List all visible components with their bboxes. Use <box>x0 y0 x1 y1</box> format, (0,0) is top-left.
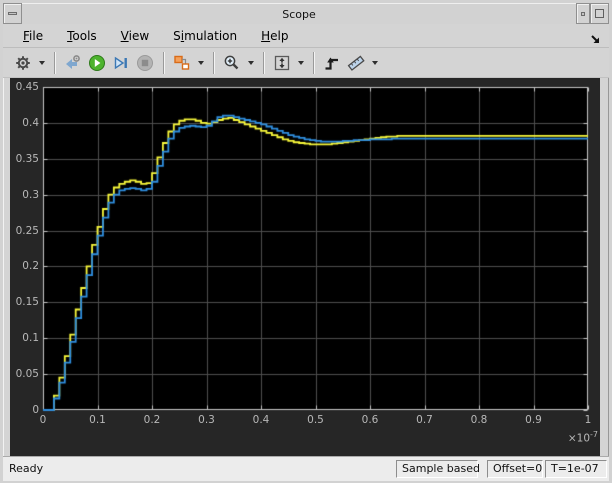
x-tick-label: 0.3 <box>198 414 215 426</box>
x-tick-label: 1 <box>584 414 592 426</box>
settings-button[interactable] <box>11 51 35 75</box>
x-tick-label: 0.6 <box>361 414 379 426</box>
x-tick-label: 0.9 <box>525 414 542 426</box>
chevron-down-icon <box>247 60 254 65</box>
x-tick-label: 0.7 <box>416 414 433 426</box>
statusbar: Ready Sample based Offset=0 T=1e-07 <box>3 456 609 481</box>
toolbar-separator <box>213 51 214 74</box>
status-sample-mode: Sample based <box>396 460 480 478</box>
chevron-down-icon <box>197 60 204 65</box>
zoom-in-icon <box>223 54 241 72</box>
minimize-icon <box>581 11 585 16</box>
toolbar <box>3 48 609 78</box>
maximize-button[interactable] <box>590 3 609 24</box>
zoom-dropdown[interactable] <box>244 51 257 75</box>
plot-region: ×10-7 0 0.05 0.1 0.15 0.2 0.25 0.3 0.35 0.4 0.45 0… <box>10 78 600 456</box>
status-offset: Offset=0 <box>487 460 543 478</box>
x-axis-exponent: ×10-7 <box>567 430 598 445</box>
menu-simulation[interactable]: Simulation <box>165 26 245 46</box>
scope-window: Scope File Tools View Simulation Help ×1… <box>0 0 612 483</box>
menu-tools[interactable]: Tools <box>59 26 105 46</box>
highlight-block-dropdown[interactable] <box>194 51 207 75</box>
dock-arrow-icon[interactable] <box>590 34 601 45</box>
x-tick-label: 0 <box>39 414 47 426</box>
y-tick-label: 0.1 <box>22 332 39 345</box>
y-tick-label: 0.4 <box>22 116 39 129</box>
stop-button[interactable] <box>133 51 157 75</box>
cursor-measurements-dropdown[interactable] <box>368 51 381 75</box>
y-tick-label: 0.25 <box>15 224 39 237</box>
settings-dropdown[interactable] <box>35 51 48 75</box>
y-tick-label: 0.45 <box>15 81 39 93</box>
toolbar-separator <box>54 51 55 74</box>
fit-to-view-dropdown[interactable] <box>294 51 307 75</box>
zoom-button[interactable] <box>220 51 244 75</box>
run-button[interactable] <box>85 51 109 75</box>
trigger-icon <box>323 54 341 72</box>
cursor-measurements-icon <box>346 54 366 72</box>
toolbar-separator <box>263 51 264 74</box>
chevron-down-icon <box>297 60 304 65</box>
step-forward-button[interactable] <box>109 51 133 75</box>
settings-gear-icon <box>14 54 32 72</box>
scope-plot-canvas[interactable] <box>10 78 600 456</box>
status-time: T=1e-07 <box>545 460 607 478</box>
x-tick-label: 0.8 <box>470 414 488 426</box>
fit-to-view-icon <box>273 54 291 72</box>
window-menu-icon <box>8 12 17 15</box>
menu-help[interactable]: Help <box>253 26 296 46</box>
simulink-block-icon <box>173 54 191 72</box>
y-tick-label: 0.35 <box>15 152 39 165</box>
highlight-block-button[interactable] <box>170 51 194 75</box>
y-tick-label: 0.15 <box>15 296 39 309</box>
toolbar-separator <box>163 51 164 74</box>
menu-view[interactable]: View <box>113 26 157 46</box>
x-tick-label: 0.5 <box>307 414 324 426</box>
y-tick-label: 0.3 <box>22 188 39 201</box>
fit-to-view-button[interactable] <box>270 51 294 75</box>
y-tick-label: 0.05 <box>15 368 39 381</box>
step-forward-icon <box>112 54 130 72</box>
window-menu-button[interactable] <box>3 3 22 24</box>
step-back-icon <box>64 54 82 72</box>
maximize-icon <box>595 9 604 18</box>
x-tick-label: 0.1 <box>89 414 106 426</box>
x-tick-label: 0.4 <box>252 414 270 426</box>
status-ready: Ready <box>9 462 44 475</box>
y-tick-label: 0.2 <box>22 260 39 273</box>
window-title: Scope <box>22 3 576 24</box>
minimize-button[interactable] <box>576 3 590 24</box>
menubar: File Tools View Simulation Help <box>3 24 609 48</box>
step-back-button[interactable] <box>61 51 85 75</box>
x-tick-label: 0.2 <box>143 414 161 426</box>
toolbar-separator <box>313 51 314 74</box>
cursor-measurements-button[interactable] <box>344 51 368 75</box>
menu-file[interactable]: File <box>15 26 51 46</box>
chevron-down-icon <box>371 60 378 65</box>
chevron-down-icon <box>38 60 45 65</box>
trigger-button[interactable] <box>320 51 344 75</box>
stop-icon <box>136 54 154 72</box>
run-icon <box>88 54 106 72</box>
titlebar: Scope <box>3 3 609 25</box>
